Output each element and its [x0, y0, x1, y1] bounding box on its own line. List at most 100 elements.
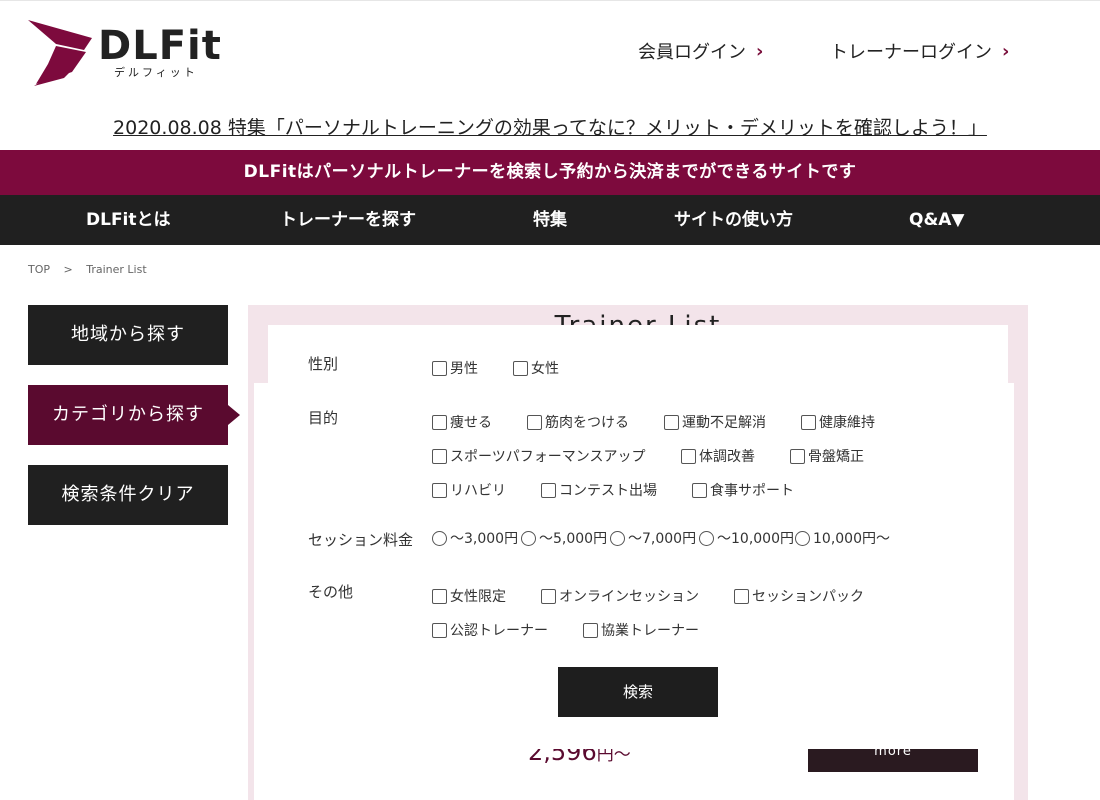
checkbox-icon[interactable] [664, 414, 679, 430]
top-border [0, 0, 1100, 1]
nav-item-about[interactable]: DLFitとは [86, 195, 171, 245]
option-label: 女性限定 [450, 589, 506, 605]
news-link[interactable]: 2020.08.08 特集「パーソナルトレーニングの効果ってなに？メリット・デメ… [113, 117, 987, 139]
option-label: 女性 [531, 361, 559, 377]
checkbox-icon[interactable] [681, 448, 696, 464]
search-by-area-button[interactable]: 地域から探す [28, 305, 228, 365]
chevron-right-icon: › [756, 40, 764, 62]
purpose-lose-weight-checkbox[interactable]: 痩せる [432, 412, 492, 432]
radio-icon[interactable] [521, 530, 536, 546]
option-label: 食事サポート [710, 483, 794, 499]
option-label: 10,000円～ [813, 531, 890, 547]
option-label: 体調改善 [699, 449, 755, 465]
purpose-pelvis-checkbox[interactable]: 骨盤矯正 [790, 446, 864, 466]
option-label: 協業トレーナー [601, 623, 699, 639]
breadcrumb-separator: > [63, 263, 73, 276]
purpose-condition-checkbox[interactable]: 体調改善 [681, 446, 755, 466]
option-label: ～7,000円 [628, 531, 697, 547]
logo-text: DLFit [98, 23, 222, 69]
fee-7000-radio[interactable]: ～7,000円 [610, 528, 696, 548]
radio-icon[interactable] [610, 530, 625, 546]
option-label: ～3,000円 [450, 531, 519, 547]
logo-subtext: デルフィット [114, 66, 198, 79]
other-online-checkbox[interactable]: オンラインセッション [541, 586, 699, 606]
option-label: オンラインセッション [559, 589, 699, 605]
radio-icon[interactable] [795, 530, 810, 546]
other-partner-checkbox[interactable]: 協業トレーナー [583, 620, 699, 640]
gender-male-checkbox[interactable]: 男性 [432, 358, 478, 378]
purpose-diet-checkbox[interactable]: 食事サポート [692, 480, 794, 500]
checkbox-icon[interactable] [432, 588, 447, 604]
checkbox-icon[interactable] [583, 622, 598, 638]
option-label: 筋肉をつける [545, 415, 629, 431]
other-certified-checkbox[interactable]: 公認トレーナー [432, 620, 548, 640]
option-label: 男性 [450, 361, 478, 377]
breadcrumb: TOP > Trainer List [28, 263, 157, 276]
radio-icon[interactable] [699, 530, 714, 546]
breadcrumb-current: Trainer List [86, 263, 147, 276]
member-login-label: 会員ログイン [638, 42, 746, 63]
option-label: ～5,000円 [539, 531, 608, 547]
fee-label: セッション料金 [308, 531, 414, 549]
trainer-login-link[interactable]: トレーナーログイン › [830, 38, 1009, 64]
checkbox-icon[interactable] [541, 588, 556, 604]
nav-item-find-trainer[interactable]: トレーナーを探す [280, 195, 416, 245]
gender-female-checkbox[interactable]: 女性 [513, 358, 559, 378]
checkbox-icon[interactable] [692, 482, 707, 498]
search-by-category-button[interactable]: カテゴリから探す [28, 385, 228, 445]
trainer-login-label: トレーナーログイン [830, 42, 992, 63]
radio-icon[interactable] [432, 530, 447, 546]
fee-5000-radio[interactable]: ～5,000円 [521, 528, 607, 548]
main-nav: DLFitとは トレーナーを探す 特集 サイトの使い方 Q&A▼ [0, 195, 1100, 245]
checkbox-icon[interactable] [801, 414, 816, 430]
nav-item-how-to-use[interactable]: サイトの使い方 [674, 195, 793, 245]
news-bar: 2020.08.08 特集「パーソナルトレーニングの効果ってなに？メリット・デメ… [0, 113, 1100, 140]
purpose-exercise-checkbox[interactable]: 運動不足解消 [664, 412, 766, 432]
gender-label: 性別 [308, 355, 339, 373]
logo-swoosh-icon [28, 20, 92, 86]
purpose-contest-checkbox[interactable]: コンテスト出場 [541, 480, 657, 500]
option-label: 健康維持 [819, 415, 875, 431]
fee-10000-radio[interactable]: ～10,000円 [699, 528, 794, 548]
purpose-sports-checkbox[interactable]: スポーツパフォーマンスアップ [432, 446, 645, 466]
breadcrumb-top[interactable]: TOP [28, 263, 50, 276]
checkbox-icon[interactable] [541, 482, 556, 498]
checkbox-icon[interactable] [432, 360, 447, 376]
checkbox-icon[interactable] [734, 588, 749, 604]
checkbox-icon[interactable] [790, 448, 805, 464]
option-label: ～10,000円 [717, 531, 794, 547]
chevron-right-icon: › [1002, 40, 1010, 62]
purpose-label: 目的 [308, 409, 339, 427]
search-button[interactable]: 検索 [558, 667, 718, 717]
nav-item-qa[interactable]: Q&A▼ [909, 195, 965, 245]
option-label: 公認トレーナー [450, 623, 548, 639]
option-label: 運動不足解消 [682, 415, 766, 431]
option-label: リハビリ [450, 483, 506, 499]
purpose-rehab-checkbox[interactable]: リハビリ [432, 480, 506, 500]
site-banner: DLFitはパーソナルトレーナーを検索し予約から決済までができるサイトです [0, 150, 1100, 195]
fee-over-10000-radio[interactable]: 10,000円～ [795, 528, 890, 548]
checkbox-icon[interactable] [432, 482, 447, 498]
active-arrow-icon [228, 405, 240, 425]
checkbox-icon[interactable] [527, 414, 542, 430]
purpose-health-checkbox[interactable]: 健康維持 [801, 412, 875, 432]
fee-3000-radio[interactable]: ～3,000円 [432, 528, 518, 548]
checkbox-icon[interactable] [432, 448, 447, 464]
category-filter-modal: 性別 男性 女性 目的 痩せる 筋肉をつける 運動不足解消 健康維持 スポーツパ… [268, 325, 1008, 749]
member-login-link[interactable]: 会員ログイン › [638, 38, 763, 64]
checkbox-icon[interactable] [432, 414, 447, 430]
dlfit-logo[interactable]: DLFit デルフィット [26, 16, 221, 88]
purpose-build-muscle-checkbox[interactable]: 筋肉をつける [527, 412, 629, 432]
option-label: コンテスト出場 [559, 483, 657, 499]
checkbox-icon[interactable] [513, 360, 528, 376]
option-label: 骨盤矯正 [808, 449, 864, 465]
clear-search-button[interactable]: 検索条件クリア [28, 465, 228, 525]
other-label: その他 [308, 583, 354, 601]
option-label: スポーツパフォーマンスアップ [450, 449, 646, 465]
other-session-pack-checkbox[interactable]: セッションパック [734, 586, 864, 606]
other-women-only-checkbox[interactable]: 女性限定 [432, 586, 506, 606]
nav-item-feature[interactable]: 特集 [533, 195, 567, 245]
option-label: 痩せる [450, 415, 492, 431]
option-label: セッションパック [752, 589, 864, 605]
checkbox-icon[interactable] [432, 622, 447, 638]
